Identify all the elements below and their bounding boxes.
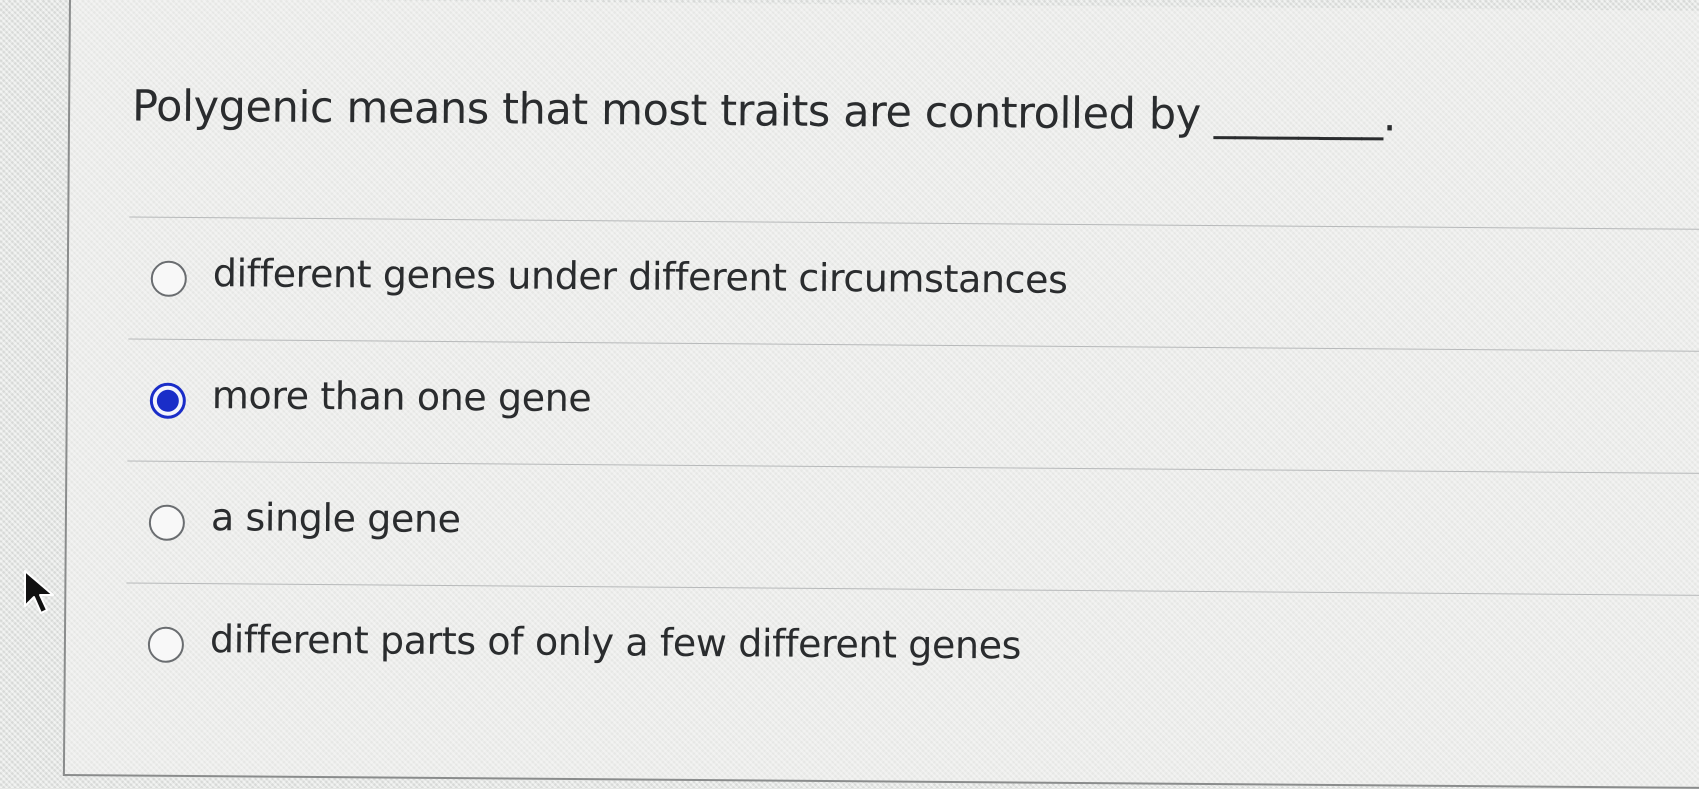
answer-option-different-genes-circumstances[interactable]: different genes under different circumst… [128,217,1699,351]
arrow-pointer-icon [24,570,54,614]
radio-button-unselected[interactable] [148,504,186,541]
radio-button-unselected[interactable] [150,260,187,297]
answer-option-single-gene[interactable]: a single gene [126,461,1699,595]
answer-option-more-than-one-gene[interactable]: more than one gene [127,339,1699,473]
answer-option-label: different parts of only a few different … [209,617,1022,668]
answer-option-label: a single gene [210,495,461,542]
question-card: Polygenic means that most traits are con… [62,0,1699,789]
answer-options: different genes under different circumst… [125,216,1699,717]
answer-option-label: more than one gene [211,373,592,421]
radio-button-selected[interactable] [149,382,186,419]
answer-option-different-parts-few-genes[interactable]: different parts of only a few different … [125,583,1699,717]
radio-button-unselected[interactable] [147,626,185,663]
answer-option-label: different genes under different circumst… [212,251,1068,302]
question-prompt: Polygenic means that most traits are con… [131,81,1397,142]
